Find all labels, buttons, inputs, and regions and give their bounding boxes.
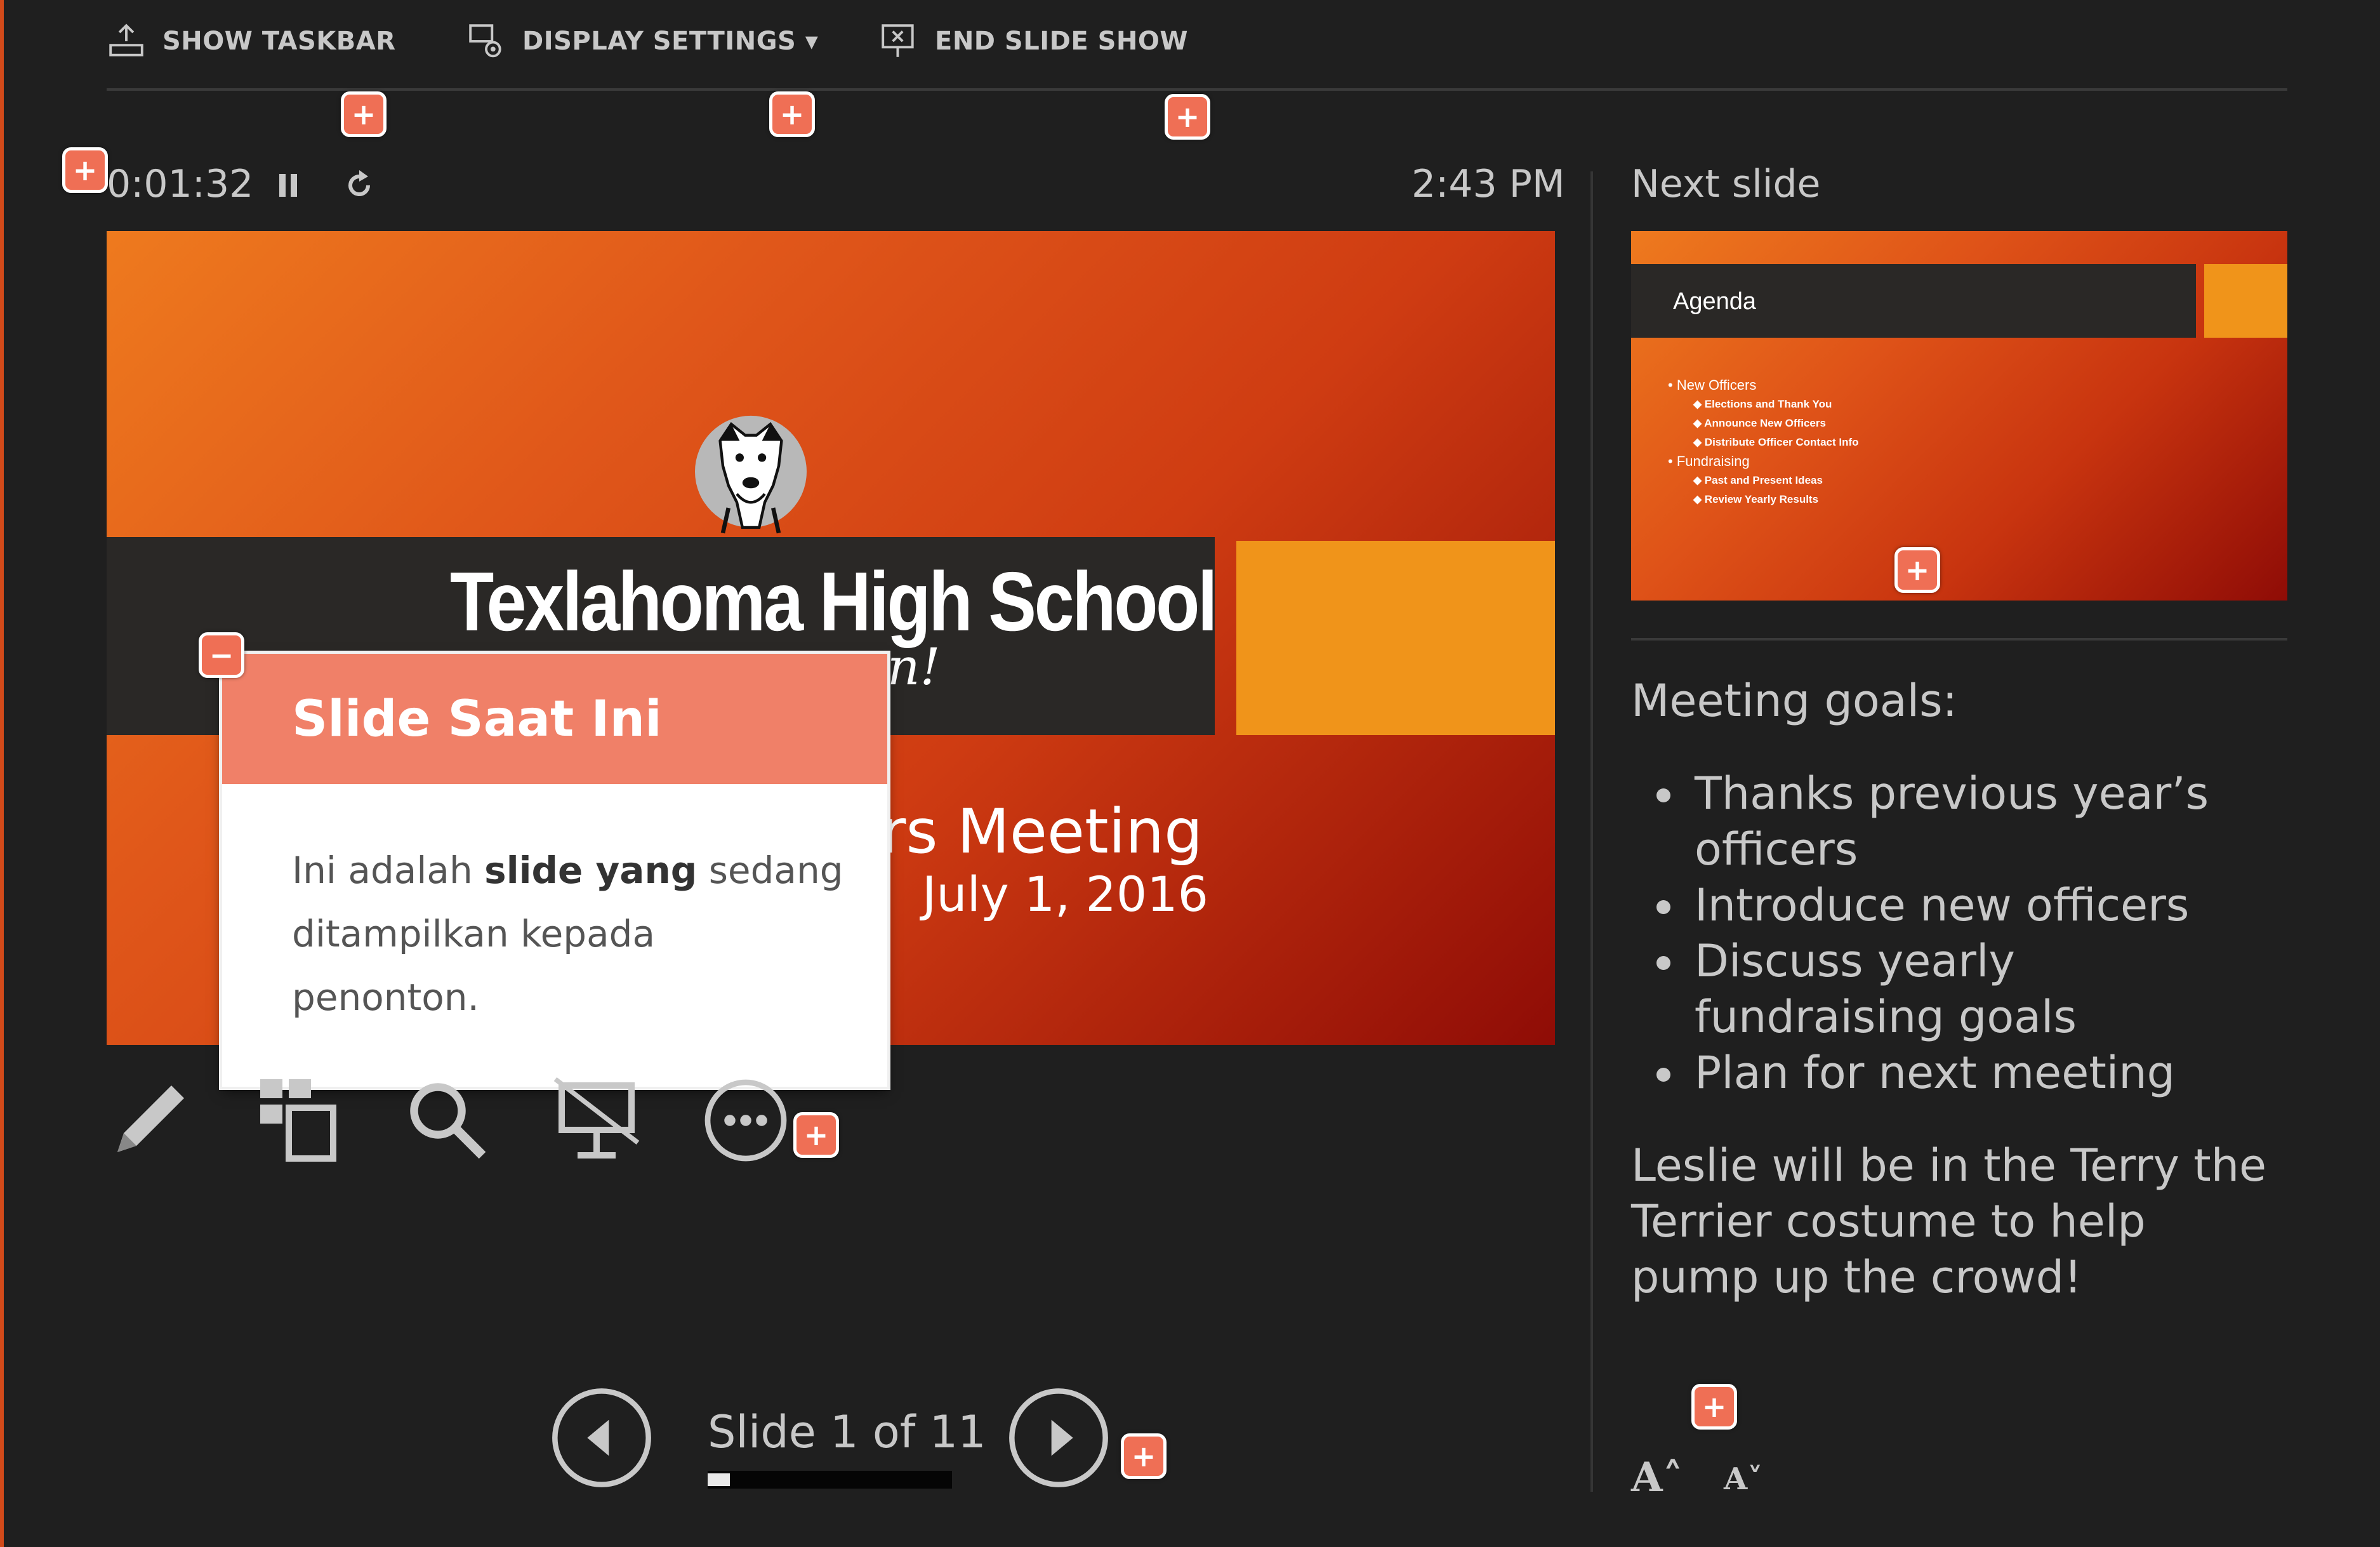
display-settings-label: DISPLAY SETTINGS ▾ (522, 27, 819, 56)
plus-marker[interactable]: + (1165, 94, 1210, 140)
plus-marker[interactable]: + (1121, 1433, 1167, 1479)
notes-bullet: Thanks previous year’s officers (1688, 766, 2272, 877)
show-taskbar-button[interactable]: SHOW TASKBAR (107, 19, 396, 63)
thumb-agenda-item: • Fundraising (1668, 453, 1750, 469)
minus-marker[interactable]: − (199, 632, 244, 678)
thumb-accent-block (2204, 264, 2287, 338)
more-options-icon[interactable] (698, 1073, 793, 1168)
show-taskbar-label: SHOW TASKBAR (162, 27, 396, 56)
pane-divider[interactable] (1590, 171, 1593, 1492)
toolbar-divider (107, 88, 2287, 91)
elapsed-timer: 0:01:32 (107, 162, 254, 206)
plus-marker[interactable]: + (1691, 1384, 1737, 1430)
terrier-mascot-logo (695, 415, 807, 534)
slide-subtitle: n! (887, 637, 941, 696)
thumb-agenda-list: • New Officers ◆ Elections and Thank You ◆… (1668, 376, 1859, 509)
restart-timer-icon[interactable] (340, 166, 378, 204)
slide-counter[interactable]: Slide 1 of 11 (708, 1406, 986, 1458)
plus-marker[interactable]: + (341, 91, 387, 137)
next-slide-thumbnail[interactable]: Agenda • New Officers ◆ Elections and Tha… (1631, 231, 2287, 601)
slide-date: July 1, 2016 (922, 866, 1208, 922)
pen-tool-icon[interactable] (102, 1073, 197, 1168)
slide-progress-fill (708, 1473, 731, 1486)
display-settings-button[interactable]: DISPLAY SETTINGS ▾ (466, 19, 818, 63)
see-all-slides-icon[interactable] (251, 1073, 346, 1168)
previous-slide-button[interactable] (548, 1384, 656, 1492)
display-settings-icon (469, 24, 501, 58)
notes-bullet: Plan for next meeting (1688, 1045, 2272, 1101)
plus-marker[interactable]: + (793, 1112, 839, 1158)
notes-bullet: Discuss yearly fundraising goals (1688, 933, 2272, 1045)
tooltip-title: Slide Saat Ini (222, 654, 887, 784)
notes-bullet-list: Thanks previous year’s officers Introduc… (1631, 766, 2272, 1101)
notes-divider (1631, 638, 2287, 641)
pause-icon[interactable] (269, 166, 307, 204)
plus-marker[interactable]: + (62, 147, 108, 193)
thumb-agenda-item: • New Officers (1668, 377, 1757, 393)
black-screen-icon[interactable] (549, 1073, 644, 1168)
speaker-notes[interactable]: Meeting goals: Thanks previous year’s of… (1631, 673, 2272, 1305)
zoom-icon[interactable] (400, 1073, 495, 1168)
accent-block (1236, 541, 1555, 735)
window-edge (0, 0, 4, 1547)
slide-progress-bar (708, 1471, 952, 1489)
next-slide-label: Next slide (1631, 162, 1821, 206)
tooltip-body: Ini adalah slide yang sedang ditampilkan… (292, 849, 843, 1019)
tooltip-callout: Slide Saat Ini Ini adalah slide yang sed… (222, 654, 887, 1087)
next-slide-button[interactable] (1005, 1384, 1113, 1492)
plus-marker[interactable]: + (1894, 547, 1940, 593)
increase-font-button[interactable]: A˄ (1631, 1454, 1683, 1501)
current-time: 2:43 PM (1411, 162, 1565, 206)
thumb-agenda-item: ◆ Elections and Thank You (1693, 398, 1832, 410)
end-show-icon (882, 24, 914, 57)
taskbar-icon (109, 23, 143, 56)
thumb-agenda-item: ◆ Distribute Officer Contact Info (1693, 436, 1859, 448)
notes-footer: Leslie will be in the Terry the Terrier … (1631, 1139, 2267, 1303)
thumb-agenda-item: ◆ Past and Present Ideas (1693, 474, 1823, 486)
slide-title: Texlahoma High School (450, 555, 1218, 648)
plus-marker[interactable]: + (769, 91, 815, 137)
decrease-font-button[interactable]: A˅ (1724, 1461, 1762, 1497)
thumb-title: Agenda (1673, 288, 1757, 315)
slide-meeting-text: rs Meeting (881, 796, 1203, 867)
end-slide-show-button[interactable]: END SLIDE SHOW (879, 19, 1188, 63)
thumb-agenda-item: ◆ Review Yearly Results (1693, 493, 1819, 505)
end-slide-show-label: END SLIDE SHOW (935, 27, 1188, 56)
notes-heading: Meeting goals: (1631, 675, 1958, 727)
notes-bullet: Introduce new officers (1688, 877, 2272, 933)
thumb-agenda-item: ◆ Announce New Officers (1693, 417, 1826, 429)
